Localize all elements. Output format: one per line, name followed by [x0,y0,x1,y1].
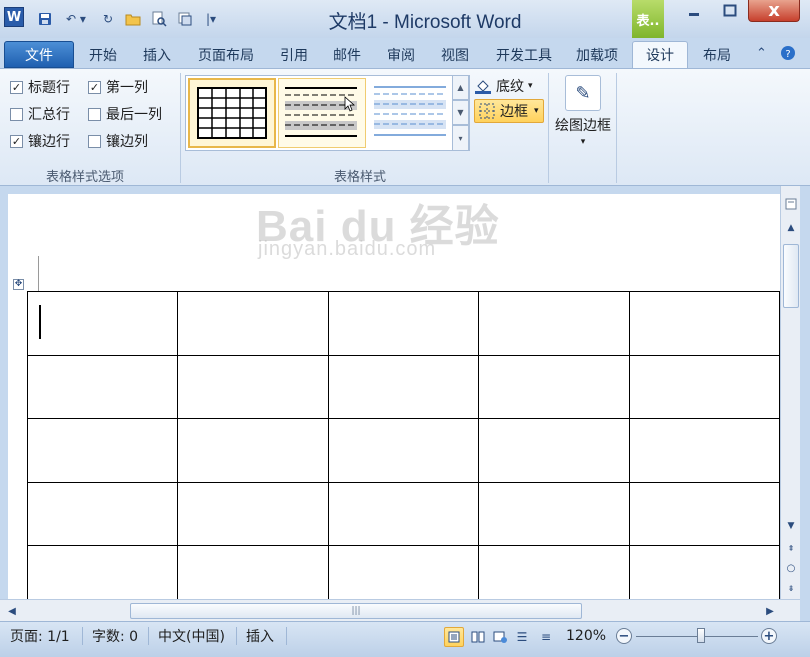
gallery-scroll-down-button[interactable]: ▼ [452,100,469,125]
margin-marker [38,256,39,292]
tab-add-ins[interactable]: 加载项 [570,41,624,68]
zoom-level[interactable]: 120% [566,622,606,650]
dropdown-arrow-icon: ▾ [580,137,586,147]
check-icon: ✓ [10,134,23,148]
scroll-up-icon[interactable]: ▲ [783,220,799,236]
tab-review[interactable]: 审阅 [378,41,424,68]
status-bar: 页面: 1/1 字数: 0 中文(中国) 插入 ☰ ≡ 120% − + [0,621,810,657]
scroll-right-icon[interactable]: ▶ [762,603,778,619]
margin-marker [28,291,38,292]
zoom-in-button[interactable]: + [761,628,777,644]
full-screen-reading-view-icon[interactable] [468,627,488,647]
dropdown-arrow-icon: ▾ [534,106,539,116]
ruler-toggle-icon[interactable] [783,196,799,212]
tab-file[interactable]: 文件 [4,41,74,68]
pencil-icon: ✎ [565,75,601,111]
checkbox-header-row[interactable]: ✓ 标题行 [10,77,70,97]
checkbox-banded-rows[interactable]: ✓ 镶边行 [10,131,70,151]
shading-button[interactable]: 底纹 ▾ [474,75,546,97]
previous-page-icon[interactable]: ⇞ [783,540,799,556]
zoom-out-button[interactable]: − [616,628,632,644]
group-divider [180,73,181,183]
status-insert-mode[interactable]: 插入 [246,622,274,650]
table-style-light-shading[interactable] [278,78,366,148]
tab-view[interactable]: 视图 [432,41,478,68]
group-divider [616,73,617,183]
tab-home[interactable]: 开始 [80,41,126,68]
context-tab-table-tools[interactable]: 表.. [632,0,664,38]
horizontal-scrollbar[interactable]: ◀ ||| ▶ [0,599,800,621]
status-word-count[interactable]: 字数: 0 [92,622,138,650]
maximize-button[interactable] [712,0,748,22]
check-icon: ✓ [88,80,101,94]
status-page[interactable]: 页面: 1/1 [10,622,70,650]
minimize-ribbon-icon[interactable]: ⌃ [756,46,767,61]
print-layout-view-icon[interactable] [444,627,464,647]
checkbox-last-column[interactable]: 最后一列 [88,104,162,124]
table-move-handle-icon[interactable]: ✥ [13,279,24,290]
draw-borders-button[interactable]: ✎ 绘图边框 ▾ [552,75,614,165]
text-cursor [39,305,41,339]
group-label-table-style-options: 表格样式选项 [46,170,125,185]
tab-references[interactable]: 引用 [272,41,316,68]
table-style-light-blue[interactable] [368,78,456,148]
web-layout-view-icon[interactable] [490,627,510,647]
group-label-table-styles: 表格样式 [334,170,387,185]
table-style-grid[interactable] [188,78,276,148]
group-divider [548,73,549,183]
ribbon-design: ✓ 标题行 ✓ 第一列 汇总行 最后一列 ✓ 镶边行 镶边列 表格样式选项 ▲ … [0,68,810,186]
zoom-slider-thumb[interactable] [697,628,705,643]
ribbon-tabs: 文件 开始 插入 页面布局 引用 邮件 审阅 视图 开发工具 加载项 设计 布局… [0,38,810,68]
borders-icon [479,103,495,119]
borders-button[interactable]: 边框 ▾ [474,99,544,123]
tab-insert[interactable]: 插入 [134,41,180,68]
vertical-scrollbar[interactable]: ▲ ▼ ⇞ ○ ⇟ [780,186,800,599]
tab-layout[interactable]: 布局 [694,41,740,68]
help-icon[interactable]: ? [780,45,800,63]
checkbox-first-column[interactable]: ✓ 第一列 [88,77,148,97]
checkbox-total-row[interactable]: 汇总行 [10,104,70,124]
paint-bucket-icon [475,80,491,94]
outline-view-icon[interactable]: ☰ [512,627,532,647]
title-bar: W ↶ ▾ ↻ |▾ 文档1 - Microsoft Word 表.. x [0,0,810,38]
checkbox-banded-columns[interactable]: 镶边列 [88,131,148,151]
watermark-url: jingyan.baidu.com [258,238,437,260]
scroll-down-icon[interactable]: ▼ [783,518,799,534]
next-page-icon[interactable]: ⇟ [783,580,799,596]
tab-developer[interactable]: 开发工具 [486,41,562,68]
tab-mailings[interactable]: 邮件 [324,41,370,68]
gallery-more-button[interactable]: ▾ [452,125,469,151]
table-styles-gallery [185,75,470,151]
gallery-scroll-up-button[interactable]: ▲ [452,75,469,100]
select-browse-object-icon[interactable]: ○ [783,560,799,576]
vertical-scroll-thumb[interactable] [783,244,799,308]
tab-design[interactable]: 设计 [632,41,688,68]
svg-text:?: ? [785,49,790,60]
minimize-button[interactable] [676,0,712,22]
tab-page-layout[interactable]: 页面布局 [188,41,264,68]
scroll-left-icon[interactable]: ◀ [4,603,20,619]
horizontal-scroll-thumb[interactable]: ||| [130,603,582,619]
check-icon: ✓ [10,80,23,94]
dropdown-arrow-icon: ▾ [528,81,533,91]
status-language[interactable]: 中文(中国) [158,622,225,650]
close-button[interactable]: x [748,0,800,22]
draft-view-icon[interactable]: ≡ [536,627,556,647]
